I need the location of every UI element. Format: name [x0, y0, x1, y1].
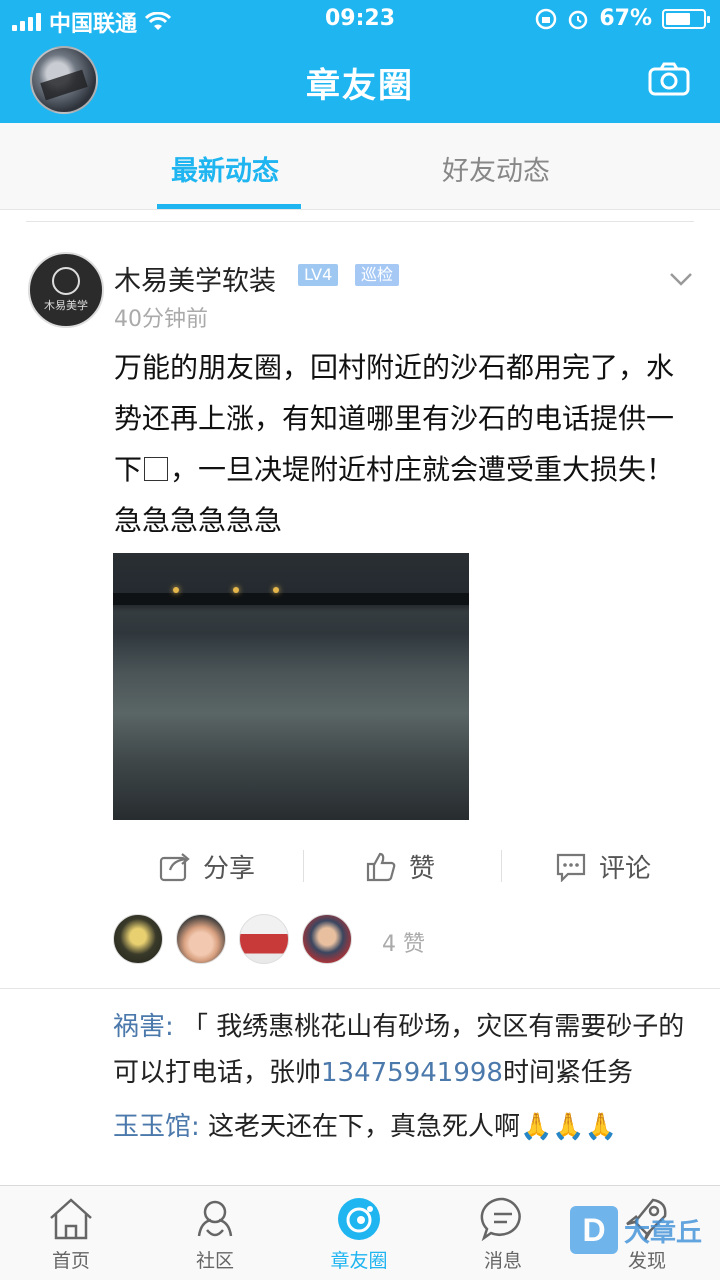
liker-avatar[interactable] — [113, 914, 163, 964]
comment-author[interactable]: 玉玉馆: — [113, 1112, 200, 1142]
tab-latest[interactable]: 最新动态 — [171, 149, 279, 188]
share-icon — [159, 852, 190, 881]
divider — [26, 221, 694, 222]
like-label: 赞 — [409, 854, 436, 884]
photo-light — [273, 587, 279, 593]
comment-phone-link[interactable]: 13475941998 — [321, 1058, 503, 1088]
post-author-name[interactable]: 木易美学软装 — [114, 259, 276, 298]
battery-level — [666, 12, 690, 25]
message-icon — [480, 1197, 521, 1242]
post-text-part2: ，一旦决堤附近村庄就会遭受重大损失！急急急急急急 — [114, 453, 675, 537]
share-button[interactable]: 分享 — [159, 848, 255, 885]
nav-home-label: 首页 — [51, 1250, 90, 1272]
post-actions: 分享 赞 评论 — [113, 840, 683, 892]
share-label: 分享 — [203, 854, 256, 884]
watermark: D 大章丘 — [570, 1205, 702, 1255]
comment-button[interactable]: 评论 — [555, 848, 651, 885]
thumbs-up-icon — [366, 852, 396, 881]
photo-light — [233, 587, 239, 593]
avatar-logo-text: 木易美学 — [44, 299, 88, 312]
rotation-lock-icon — [536, 8, 557, 29]
camera-icon[interactable] — [648, 62, 690, 96]
photo-light — [173, 587, 179, 593]
nav-moments-label: 章友圈 — [330, 1250, 388, 1272]
active-tab-indicator — [157, 204, 301, 209]
missing-glyph-box — [144, 457, 169, 481]
comment-label: 评论 — [599, 854, 652, 884]
nav-community[interactable]: 社区 — [160, 1196, 270, 1273]
alarm-icon — [569, 10, 588, 29]
comment-icon — [556, 853, 586, 882]
top-bar: 中国联通 09:23 67% 章友圈 — [0, 0, 720, 123]
level-badge: LV4 — [298, 264, 339, 286]
post-body: 万能的朋友圈，回村附近的沙石都用完了，水势还再上涨，有知道哪里有沙石的电话提供一… — [114, 342, 684, 546]
battery-percent: 67% — [599, 6, 652, 31]
home-icon — [50, 1198, 92, 1240]
moments-icon — [338, 1198, 380, 1240]
comment-author[interactable]: 祸害: — [113, 1012, 174, 1042]
comment-text: 这老天还在下，真急死人啊 — [199, 1112, 521, 1142]
logo-ring — [52, 267, 80, 295]
like-button[interactable]: 赞 — [365, 848, 435, 885]
watermark-logo: D — [570, 1206, 618, 1254]
feed-tabs: 最新动态 好友动态 — [0, 123, 720, 210]
pray-emoji: 🙏🙏🙏 — [520, 1112, 618, 1142]
comment-text-tail: 时间紧任务 — [502, 1058, 633, 1088]
post-timestamp: 40分钟前 — [114, 307, 208, 332]
status-bar: 中国联通 09:23 67% — [0, 0, 720, 40]
chevron-down-icon[interactable] — [668, 266, 694, 292]
action-separator — [303, 850, 304, 882]
liker-avatar[interactable] — [302, 914, 352, 964]
battery-icon — [662, 8, 710, 29]
nav-home[interactable]: 首页 — [16, 1196, 126, 1273]
nav-moments[interactable]: 章友圈 — [304, 1196, 414, 1273]
page-title: 章友圈 — [306, 66, 414, 106]
status-right: 67% — [535, 6, 710, 31]
liker-avatar[interactable] — [239, 914, 289, 964]
post-photo[interactable] — [113, 553, 469, 820]
community-icon — [197, 1200, 233, 1237]
nav-messages[interactable]: 消息 — [448, 1196, 558, 1273]
watermark-text: 大章丘 — [624, 1217, 703, 1248]
comment-item[interactable]: 玉玉馆: 这老天还在下，真急死人啊🙏🙏🙏 — [113, 1104, 688, 1150]
photo-horizon — [113, 593, 469, 605]
tab-friends[interactable]: 好友动态 — [442, 149, 550, 188]
role-badge: 巡检 — [355, 264, 400, 286]
post-author-avatar[interactable]: 木易美学 — [28, 252, 104, 328]
nav-messages-label: 消息 — [483, 1250, 522, 1272]
comment-item[interactable]: 祸害: 「 我绣惠桃花山有砂场，灾区有需要砂子的可以打电话，张帅13475941… — [113, 1004, 688, 1096]
liker-avatar[interactable] — [176, 914, 226, 964]
nav-community-label: 社区 — [195, 1250, 234, 1272]
like-count: 4 赞 — [382, 932, 425, 957]
action-separator — [501, 850, 502, 882]
divider — [0, 988, 720, 989]
